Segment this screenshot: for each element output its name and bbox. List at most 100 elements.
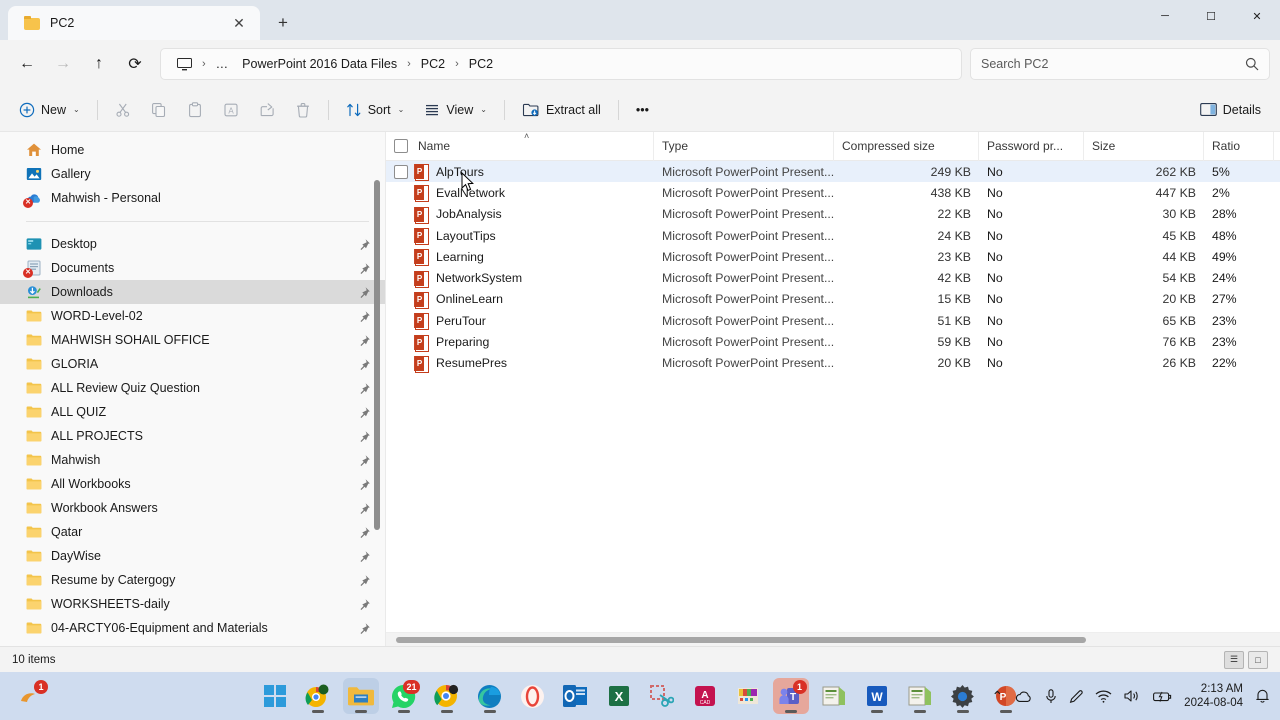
table-row[interactable]: P Preparing Microsoft PowerPoint Present..… [386,331,1280,352]
cell-name[interactable]: P PeruTour [386,310,654,331]
column-headers[interactable]: ˄ Name Type Compressed size Password pr... S… [386,131,1280,161]
table-row[interactable]: P NetworkSystem Microsoft PowerPoint Prese… [386,267,1280,288]
taskbar-chrome-profile[interactable] [300,678,336,714]
pin-icon[interactable] [358,286,371,299]
pin-icon[interactable] [358,382,371,395]
maximize-button[interactable]: ☐ [1188,0,1234,32]
sidebar-item-downloads[interactable]: Downloads [0,280,385,304]
close-window-button[interactable]: ✕ [1234,0,1280,32]
navigation-pane[interactable]: Home Gallery ✕ Mahwish - Personal Desktop ✕ D… [0,132,385,646]
notification-bell-icon[interactable] [1255,688,1270,704]
details-view-toggle[interactable]: ☰ [1224,650,1244,669]
extract-all-button[interactable]: Extract all [513,94,610,126]
wifi-icon[interactable] [1095,690,1112,703]
taskbar-outlook[interactable] [558,678,594,714]
table-row[interactable]: P EvalNetwork Microsoft PowerPoint Present… [386,182,1280,203]
breadcrumb-item-1[interactable]: PC2 [415,54,451,74]
taskbar-powerpoint-doc-2[interactable] [902,678,938,714]
sidebar-item-all-projects[interactable]: ALL PROJECTS [0,424,385,448]
breadcrumb-overflow[interactable]: … [210,54,235,74]
paste-button[interactable] [178,94,212,126]
sidebar-item-04-arcty06-equipment-and-materials[interactable]: 04-ARCTY06-Equipment and Materials [0,616,385,640]
breadcrumb-item-0[interactable]: PowerPoint 2016 Data Files [236,54,403,74]
table-row[interactable]: P JobAnalysis Microsoft PowerPoint Present… [386,204,1280,225]
horizontal-scrollbar[interactable] [386,632,1280,646]
this-pc-icon[interactable] [171,55,198,74]
cell-name[interactable]: P Preparing [386,331,654,352]
more-options-button[interactable]: ••• [627,94,658,126]
cut-button[interactable] [106,94,140,126]
column-header-type[interactable]: Type [654,131,834,161]
table-row[interactable]: P AlpTours Microsoft PowerPoint Present...… [386,161,1280,183]
pin-icon[interactable] [358,406,371,419]
minimize-button[interactable]: ─ [1142,0,1188,32]
sidebar-item-workbook-answers[interactable]: Workbook Answers [0,496,385,520]
cell-name[interactable]: P AlpTours [386,161,654,182]
sidebar-item-word-level-02[interactable]: WORD-Level-02 [0,304,385,328]
cell-name[interactable]: P JobAnalysis [386,204,654,225]
column-header-size[interactable]: Size [1084,131,1204,161]
sidebar-item-home[interactable]: Home [0,138,385,162]
taskbar-settings[interactable] [945,678,981,714]
back-button[interactable]: ← [10,48,44,80]
pin-icon[interactable] [358,550,371,563]
taskbar-excel[interactable]: X [601,678,637,714]
taskbar-word[interactable]: W [859,678,895,714]
large-icons-view-toggle[interactable]: □ [1248,650,1268,669]
sidebar-scrollbar[interactable] [374,134,383,646]
file-rows[interactable]: P AlpTours Microsoft PowerPoint Present...… [386,161,1280,632]
delete-button[interactable] [286,94,320,126]
taskbar-whatsapp[interactable]: 21 [386,678,422,714]
pin-icon[interactable] [358,262,371,275]
share-button[interactable] [250,94,284,126]
sidebar-item-all-quiz[interactable]: ALL QUIZ [0,400,385,424]
pinned-app-icon[interactable]: 1 [14,678,50,714]
battery-icon[interactable] [1153,690,1172,703]
search-input[interactable]: Search PC2 [970,48,1270,80]
sidebar-item-daywise[interactable]: DayWise [0,544,385,568]
pin-icon[interactable] [358,502,371,515]
cell-name[interactable]: P EvalNetwork [386,182,654,203]
pin-icon[interactable] [358,238,371,251]
taskbar-powerpoint-doc-1[interactable] [816,678,852,714]
browser-tab-pc2[interactable]: PC2 ✕ [8,6,260,40]
column-header-compressed-size[interactable]: Compressed size [834,131,979,161]
pin-icon[interactable] [358,574,371,587]
taskbar-file-explorer[interactable] [342,678,379,714]
taskbar-autocad[interactable]: A CAD [687,678,723,714]
volume-icon[interactable] [1124,689,1141,703]
pin-icon[interactable] [358,310,371,323]
column-header-name[interactable]: Name [386,131,654,161]
rename-button[interactable]: A [214,94,248,126]
sidebar-item-mahwish-sohail-office[interactable]: MAHWISH SOHAIL OFFICE [0,328,385,352]
pin-icon[interactable] [358,454,371,467]
taskbar-teams[interactable]: T1 [772,678,809,714]
breadcrumb[interactable]: › … PowerPoint 2016 Data Files › PC2 › P… [160,48,962,80]
cell-name[interactable]: P LayoutTips [386,225,654,246]
sidebar-item-mahwish[interactable]: Mahwish [0,448,385,472]
horizontal-scrollbar-thumb[interactable] [396,637,1086,643]
column-header-password-pr[interactable]: Password pr... [979,131,1084,161]
pen-icon[interactable] [1069,689,1083,704]
up-button[interactable]: ↑ [82,48,116,80]
sidebar-item-all-workbooks[interactable]: All Workbooks [0,472,385,496]
pin-icon[interactable] [358,598,371,611]
sidebar-item-desktop[interactable]: Desktop [0,232,385,256]
forward-button[interactable]: → [46,48,80,80]
cell-name[interactable]: P NetworkSystem [386,267,654,288]
taskbar-chrome[interactable] [429,678,465,714]
table-row[interactable]: P OnlineLearn Microsoft PowerPoint Present… [386,289,1280,310]
new-tab-button[interactable]: + [268,8,298,38]
details-pane-button[interactable]: Details [1191,94,1270,126]
sidebar-item-mahwish-personal[interactable]: ✕ Mahwish - Personal [0,186,385,210]
table-row[interactable]: P ResumePres Microsoft PowerPoint Present.… [386,353,1280,374]
new-button[interactable]: New ⌄ [10,94,89,126]
select-all-checkbox[interactable] [394,139,408,153]
taskbar-snipping-tool[interactable] [644,678,680,714]
pin-icon[interactable] [358,430,371,443]
sidebar-item-worksheets-daily[interactable]: WORKSHEETS-daily [0,592,385,616]
taskbar-opera[interactable] [515,678,551,714]
taskbar-color-app[interactable] [730,678,766,714]
close-tab-icon[interactable]: ✕ [226,10,252,36]
column-header-ratio[interactable]: Ratio [1204,131,1274,161]
